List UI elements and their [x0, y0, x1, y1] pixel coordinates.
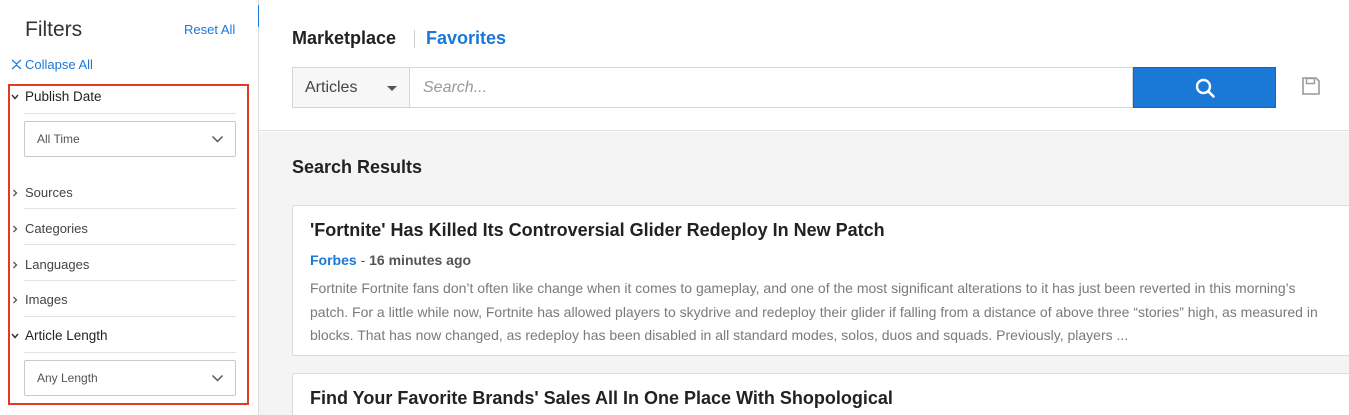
- result-snippet-line: Fortnite Fortnite fans don’t often like …: [310, 280, 1296, 296]
- collapse-all-link[interactable]: Collapse All: [11, 57, 93, 72]
- content-type-select[interactable]: Articles: [292, 67, 409, 108]
- result-title[interactable]: 'Fortnite' Has Killed Its Controversial …: [310, 220, 885, 241]
- divider: [24, 244, 236, 245]
- divider: [24, 113, 236, 114]
- header: Marketplace Favorites Articles: [259, 0, 1349, 131]
- facet-label: Article Length: [25, 328, 108, 343]
- search-bar: Articles: [292, 67, 1276, 108]
- facet-label: Sources: [25, 185, 73, 200]
- divider: [24, 316, 236, 317]
- chevron-down-icon: [211, 374, 224, 382]
- article-length-value: Any Length: [37, 371, 98, 385]
- divider: [24, 208, 236, 209]
- publish-date-value: All Time: [37, 132, 80, 146]
- search-icon: [1195, 78, 1215, 98]
- article-length-select[interactable]: Any Length: [24, 360, 236, 396]
- chevron-down-icon: [11, 333, 19, 339]
- tab-favorites[interactable]: Favorites: [426, 28, 506, 49]
- chevron-down-icon: [211, 135, 224, 143]
- filters-sidebar: Filters Reset All Collapse All Publish D…: [0, 0, 259, 415]
- facet-publish-date[interactable]: Publish Date: [10, 89, 226, 104]
- divider: [24, 280, 236, 281]
- results-panel: Search Results 'Fortnite' Has Killed Its…: [259, 132, 1349, 415]
- publish-date-select[interactable]: All Time: [24, 121, 236, 157]
- result-snippet-line: patch. For a little while now, Fortnite …: [310, 304, 1318, 320]
- chevron-right-icon: [13, 296, 18, 303]
- facet-sources[interactable]: Sources: [10, 185, 226, 200]
- content-type-value: Articles: [305, 78, 358, 96]
- chevron-right-icon: [13, 189, 18, 196]
- search-button[interactable]: [1133, 67, 1276, 108]
- meta-separator: -: [356, 252, 370, 268]
- caret-down-icon: [387, 86, 397, 91]
- result-card[interactable]: Find Your Favorite Brands' Sales All In …: [292, 373, 1349, 415]
- chevron-down-icon: [11, 94, 19, 100]
- facet-label: Images: [25, 292, 68, 307]
- facet-categories[interactable]: Categories: [10, 221, 226, 236]
- reset-all-link[interactable]: Reset All: [184, 22, 235, 37]
- facet-article-length[interactable]: Article Length: [10, 328, 226, 343]
- sidebar-title: Filters: [25, 18, 83, 41]
- result-card[interactable]: 'Fortnite' Has Killed Its Controversial …: [292, 205, 1349, 356]
- facet-languages[interactable]: Languages: [10, 257, 226, 272]
- facet-label: Publish Date: [25, 89, 102, 104]
- result-time: 16 minutes ago: [369, 252, 472, 268]
- divider: [24, 352, 236, 353]
- chevron-right-icon: [13, 261, 18, 268]
- facet-label: Languages: [25, 257, 90, 272]
- result-source[interactable]: Forbes: [310, 252, 357, 268]
- collapse-all-label: Collapse All: [25, 57, 93, 72]
- search-input[interactable]: [409, 67, 1133, 108]
- chevron-right-icon: [13, 225, 18, 232]
- facet-images[interactable]: Images: [10, 292, 226, 307]
- facet-label: Categories: [25, 221, 88, 236]
- tab-marketplace[interactable]: Marketplace: [292, 28, 396, 49]
- result-title[interactable]: Find Your Favorite Brands' Sales All In …: [310, 388, 893, 409]
- save-icon[interactable]: [1301, 76, 1321, 96]
- results-title: Search Results: [292, 157, 423, 177]
- result-meta: Forbes - 16 minutes ago: [310, 252, 471, 268]
- tab-divider: [414, 30, 415, 48]
- result-snippet-line: blocks. That has now changed, as redeplo…: [310, 327, 1129, 343]
- collapse-icon: [11, 59, 22, 70]
